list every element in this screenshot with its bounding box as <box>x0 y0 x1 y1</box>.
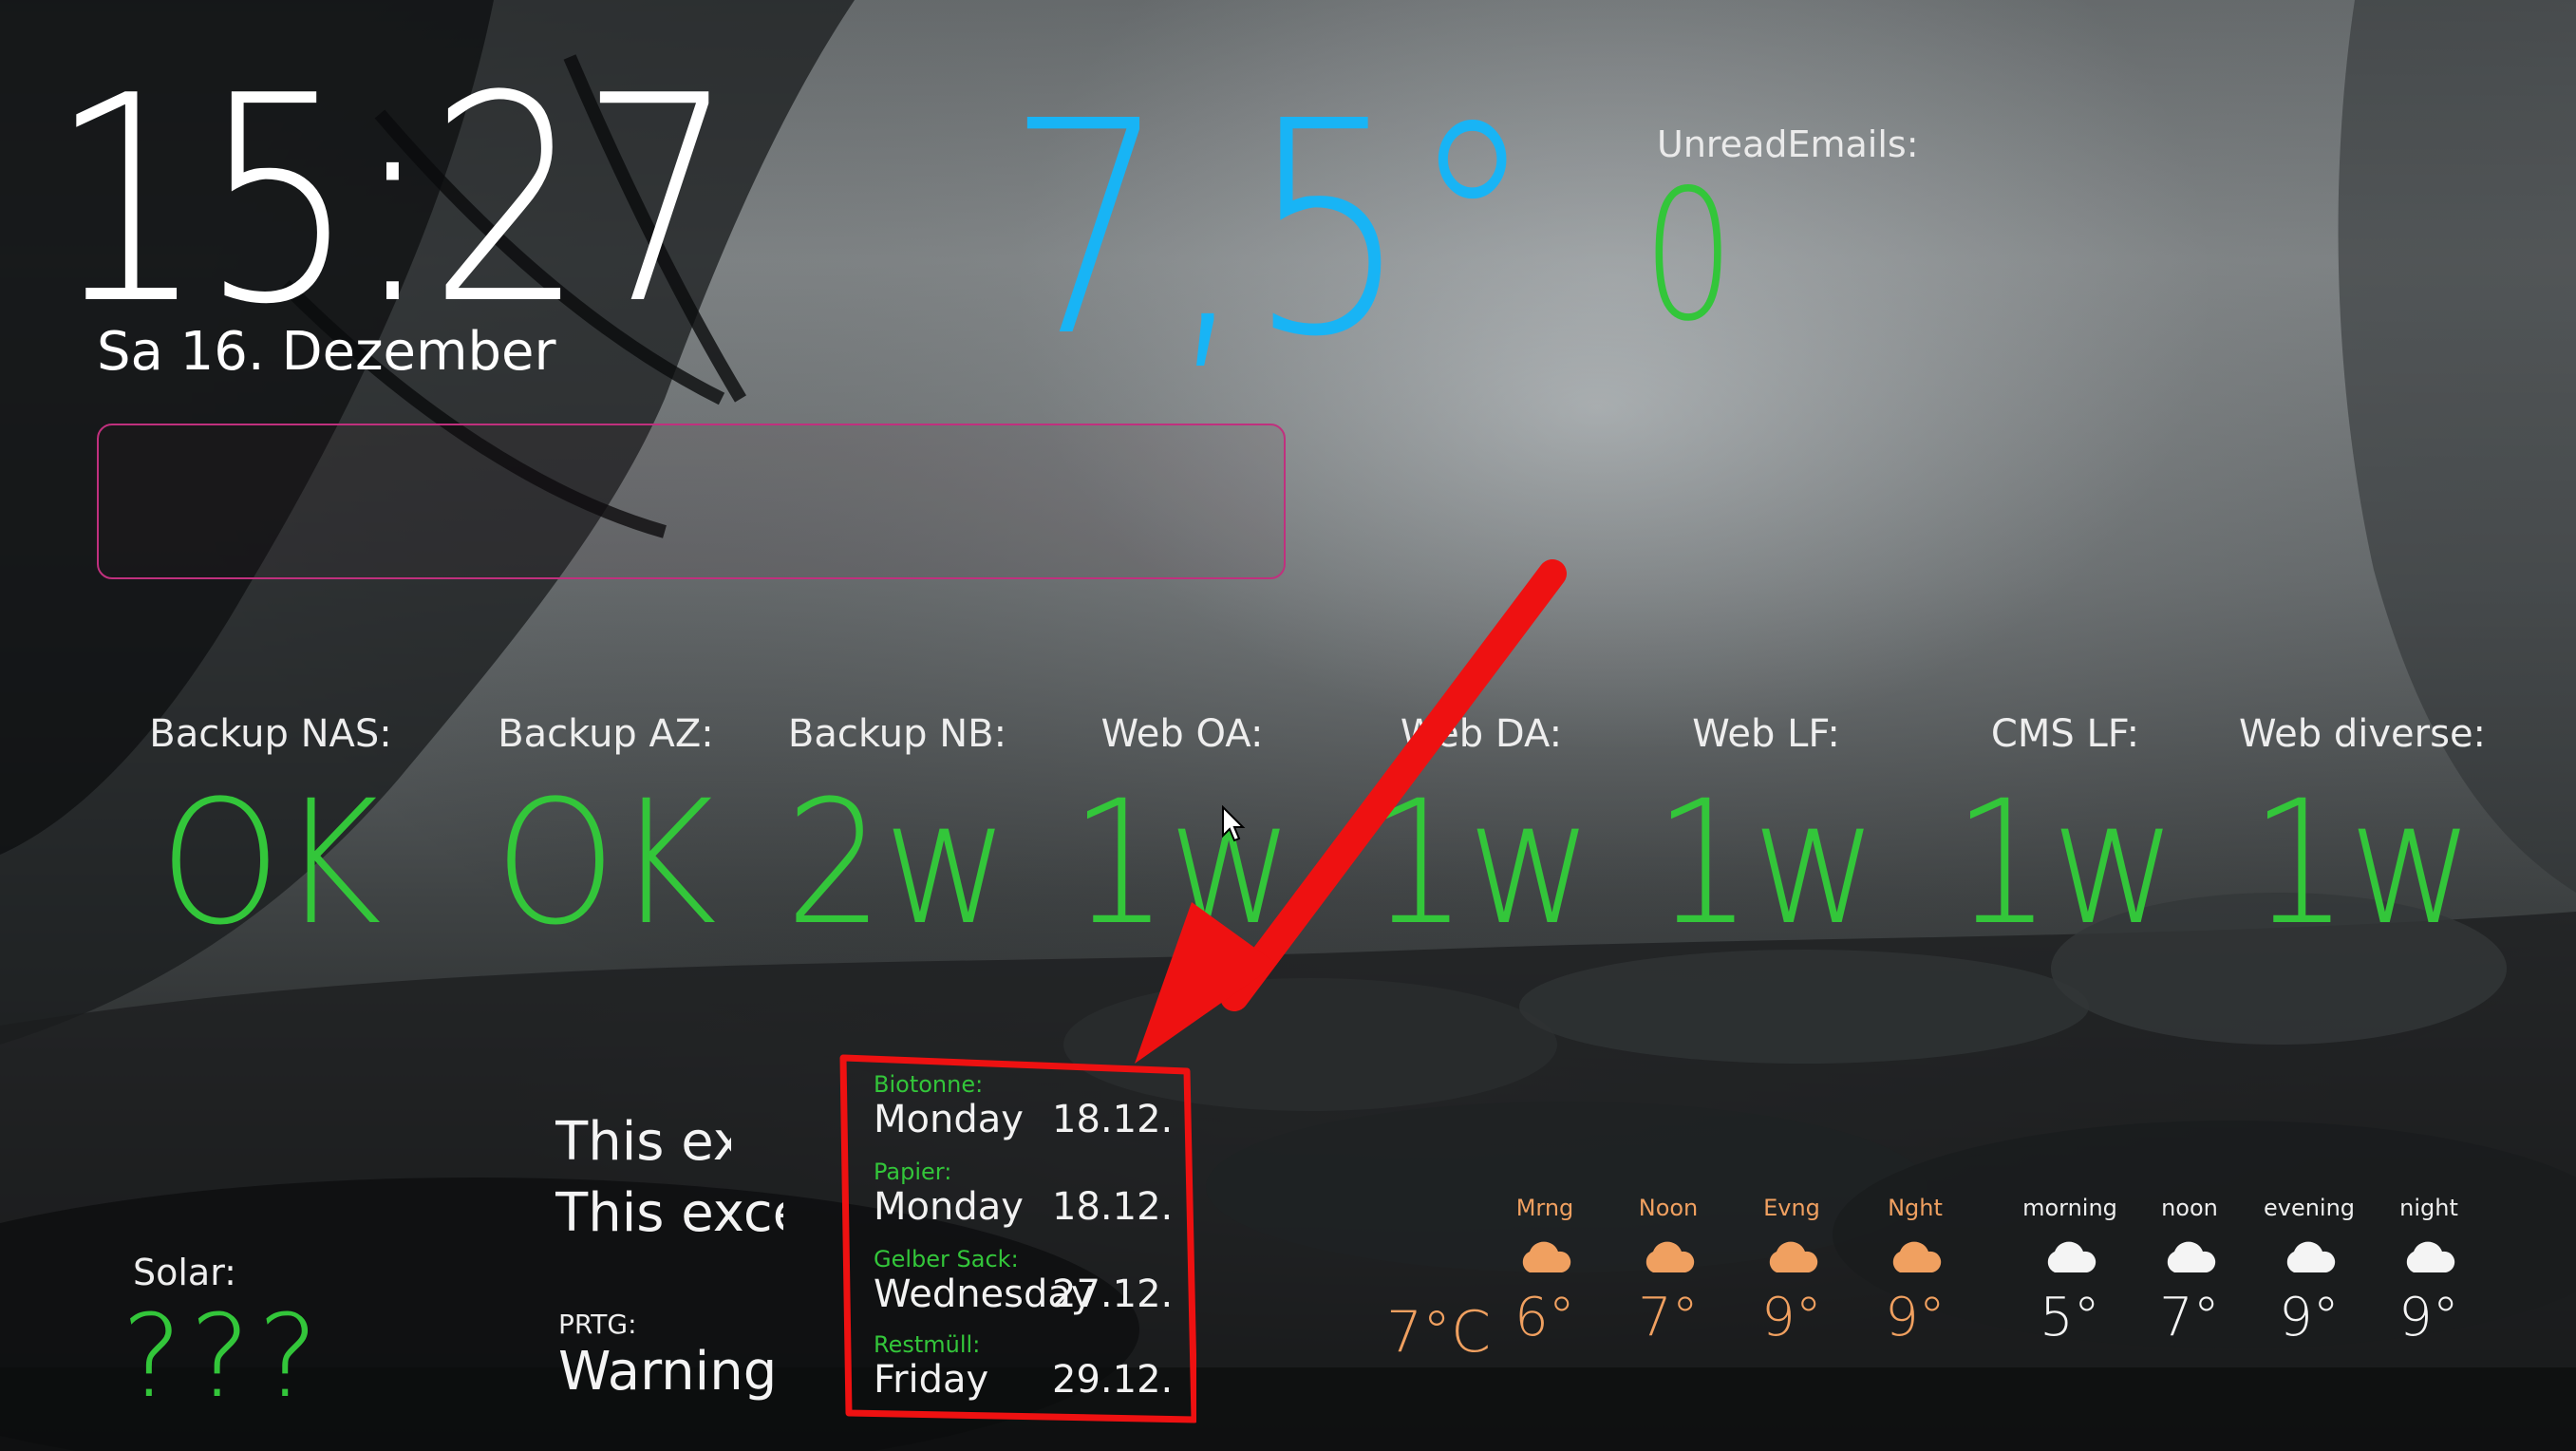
trash-label: Restmüll: <box>874 1331 981 1358</box>
forecast-period: Mrng <box>1515 1195 1574 1221</box>
forecast-temp: 9° <box>1761 1287 1822 1348</box>
status-tile-backup-az: Backup AZ: OK <box>444 712 767 959</box>
cloud-icon <box>1853 1240 1977 1280</box>
forecast-today-evening: Evng 9° <box>1730 1195 1853 1356</box>
status-label: Backup AZ: <box>498 712 714 756</box>
status-label: Web LF: <box>1692 712 1840 756</box>
status-value: OK <box>495 764 717 963</box>
status-value: 1w <box>2250 764 2474 963</box>
forecast-temp: 6° <box>1514 1287 1575 1348</box>
trash-item-biotonne: Biotonne: Monday 18.12. <box>874 1071 1177 1147</box>
forecast-tomorrow-morning: morning 5° <box>2008 1195 2132 1356</box>
excel-message: This exc <box>555 1111 731 1173</box>
trash-label: Gelber Sack: <box>874 1246 1019 1272</box>
clock-date: Sa 16. Dezember <box>97 321 556 383</box>
cloud-icon <box>2128 1240 2251 1280</box>
status-label: Web OA: <box>1100 712 1264 756</box>
prtg-status: Warning <box>558 1341 778 1403</box>
forecast-today-noon: Noon 7° <box>1607 1195 1730 1356</box>
unread-emails-count: 0 <box>1643 151 1735 361</box>
status-value: 1w <box>1953 764 2177 963</box>
status-label: Web DA: <box>1400 712 1563 756</box>
forecast-tomorrow-noon: noon 7° <box>2128 1195 2251 1356</box>
forecast-today-morning: Mrng 6° <box>1483 1195 1607 1356</box>
forecast-period: Evng <box>1763 1195 1820 1221</box>
forecast-period: Nght <box>1888 1195 1943 1221</box>
forecast-today-night: Nght 9° <box>1853 1195 1977 1356</box>
trash-item-restmuell: Restmüll: Friday 29.12. <box>874 1331 1177 1407</box>
forecast-temp: 7° <box>1638 1287 1699 1348</box>
cloud-icon <box>2247 1240 2371 1280</box>
solar-label: Solar: <box>133 1252 236 1293</box>
trash-date: 18.12. <box>1052 1098 1174 1141</box>
forecast-period: Noon <box>1638 1195 1699 1221</box>
cloud-icon <box>1607 1240 1730 1280</box>
forecast-temp: 9° <box>2279 1287 2340 1348</box>
status-label: CMS LF: <box>1990 712 2140 756</box>
status-tile-web-lf: Web LF: 1w <box>1605 712 1927 959</box>
forecast-tomorrow-evening: evening 9° <box>2247 1195 2371 1356</box>
trash-item-papier: Papier: Monday 18.12. <box>874 1159 1177 1234</box>
status-tile-web-da: Web DA: 1w <box>1320 712 1643 959</box>
cloud-icon <box>1483 1240 1607 1280</box>
status-value: OK <box>160 764 382 963</box>
cloud-icon <box>2008 1240 2132 1280</box>
trash-date: 27.12. <box>1052 1272 1174 1316</box>
forecast-tomorrow-night: night 9° <box>2367 1195 2491 1356</box>
mouse-cursor-icon <box>1222 805 1246 842</box>
status-label: Web diverse: <box>2238 712 2487 756</box>
trash-day: Monday <box>874 1098 1024 1141</box>
trash-label: Biotonne: <box>874 1071 984 1098</box>
message-box <box>97 424 1286 579</box>
trash-schedule: Biotonne: Monday 18.12. Papier: Monday 18.… <box>836 1054 1196 1424</box>
forecast-temp: 7° <box>2159 1287 2220 1348</box>
cloud-icon <box>1730 1240 1853 1280</box>
status-tile-web-oa: Web OA: 1w <box>1021 712 1344 959</box>
forecast-period: night <box>2399 1195 2458 1221</box>
forecast-temp: 9° <box>1885 1287 1946 1348</box>
trash-label: Papier: <box>874 1159 952 1185</box>
prtg-label: PRTG: <box>558 1309 637 1340</box>
clock-time: 15:27 <box>49 35 736 367</box>
cloud-icon <box>2367 1240 2491 1280</box>
status-tile-backup-nas: Backup NAS: OK <box>109 712 432 959</box>
trash-date: 18.12. <box>1052 1185 1174 1229</box>
forecast-current-temp: 7°C <box>1386 1299 1492 1366</box>
trash-item-gelber-sack: Gelber Sack: Wednesday 27.12. <box>874 1246 1177 1322</box>
forecast-temp: 9° <box>2398 1287 2459 1348</box>
forecast-period: morning <box>2022 1195 2117 1221</box>
trash-day: Monday <box>874 1185 1024 1229</box>
excel-message: This excel <box>555 1182 783 1244</box>
status-value: 1w <box>1369 764 1593 963</box>
trash-day: Friday <box>874 1358 989 1402</box>
solar-value: ??? <box>122 1291 327 1423</box>
current-temperature: 7,5° <box>1006 59 1536 402</box>
forecast-period: noon <box>2161 1195 2218 1221</box>
forecast-period: evening <box>2263 1195 2356 1221</box>
forecast-temp: 5° <box>2040 1287 2100 1348</box>
status-value: 1w <box>1654 764 1878 963</box>
status-value: 2w <box>785 764 1009 963</box>
status-label: Backup NAS: <box>149 712 392 756</box>
status-tile-backup-nb: Backup NB: 2w <box>736 712 1059 959</box>
status-tile-cms-lf: CMS LF: 1w <box>1904 712 2227 959</box>
status-label: Backup NB: <box>787 712 1007 756</box>
status-tile-web-diverse: Web diverse: 1w <box>2201 712 2524 959</box>
trash-date: 29.12. <box>1052 1358 1174 1402</box>
status-value: 1w <box>1070 764 1294 963</box>
